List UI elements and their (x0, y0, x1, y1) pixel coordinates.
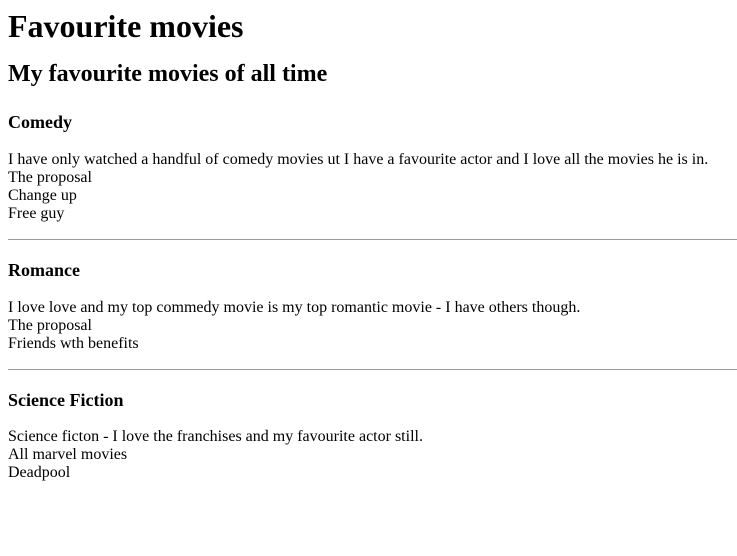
movie-item: All marvel movies (8, 446, 128, 464)
section-science-fiction: Science Fiction Science ficton - I love … (8, 390, 737, 483)
page-title: Favourite movies (8, 8, 244, 44)
section-comedy: Comedy I have only watched a handful of … (8, 112, 737, 223)
section-heading: Comedy (8, 112, 72, 133)
page: Favourite movies My favourite movies of … (0, 8, 737, 482)
section-romance: Romance I love love and my top commedy m… (8, 260, 737, 353)
movie-item: The proposal (8, 316, 92, 334)
movie-item: Friends wth benefits (8, 334, 139, 352)
section-heading: Science Fiction (8, 389, 124, 410)
section-description: I have only watched a handful of comedy … (8, 151, 709, 169)
section-description: I love love and my top commedy movie is … (8, 298, 581, 316)
movie-item: Deadpool (8, 464, 71, 482)
movie-item: Free guy (8, 205, 65, 223)
section-divider (8, 368, 737, 370)
movie-item: The proposal (8, 169, 92, 187)
section-description: Science ficton - I love the franchises a… (8, 428, 423, 446)
section-divider (8, 239, 737, 241)
page-subtitle: My favourite movies of all time (8, 60, 328, 87)
movie-item: Change up (8, 187, 77, 205)
section-heading: Romance (8, 260, 80, 281)
